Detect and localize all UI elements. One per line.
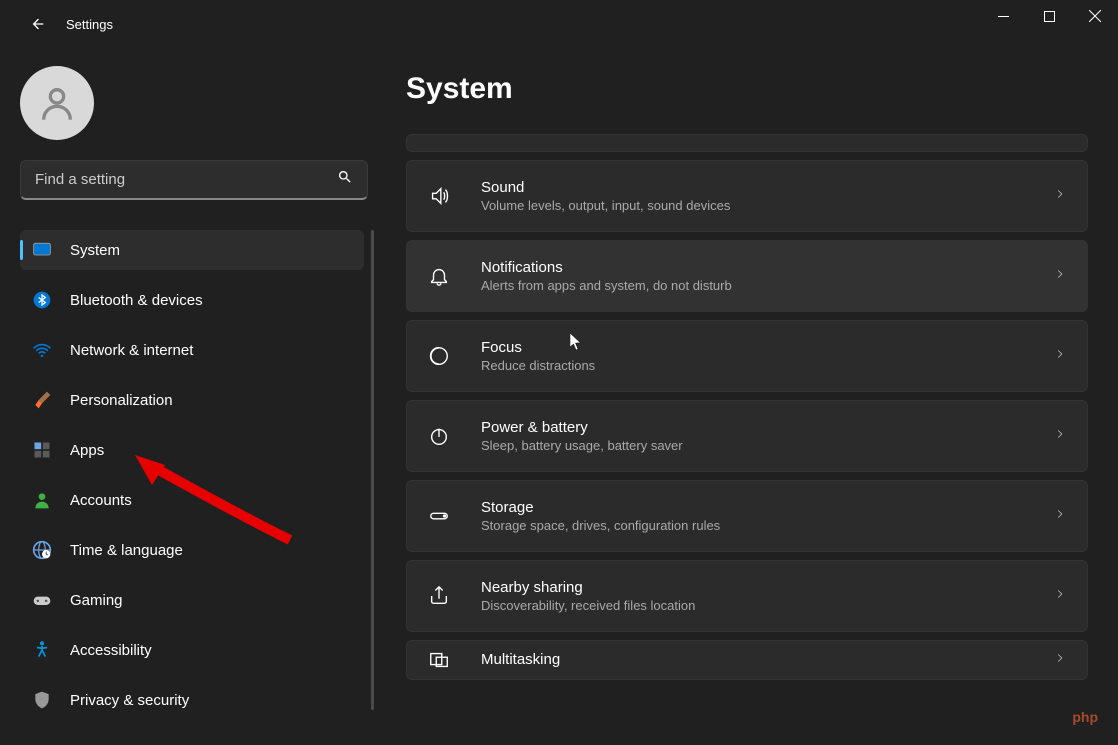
card-title: Multitasking — [481, 651, 1053, 668]
card-power[interactable]: Power & battery Sleep, battery usage, bat… — [406, 400, 1088, 472]
card-desc: Alerts from apps and system, do not dist… — [481, 278, 1053, 293]
power-icon — [427, 424, 451, 448]
shield-icon — [32, 690, 52, 710]
sidebar-scrollbar[interactable] — [371, 230, 374, 710]
sidebar-item-accounts[interactable]: Accounts — [20, 480, 364, 520]
chevron-right-icon — [1053, 507, 1067, 526]
sidebar-item-system[interactable]: System — [20, 230, 364, 270]
card-partial[interactable] — [406, 134, 1088, 152]
sidebar-item-label: Gaming — [70, 592, 123, 609]
page-title: System — [406, 72, 1088, 106]
card-title: Storage — [481, 499, 1053, 516]
settings-cards: Sound Volume levels, output, input, sound… — [406, 134, 1088, 680]
window-controls — [980, 0, 1118, 32]
sidebar-item-label: Personalization — [70, 392, 173, 409]
sidebar-item-label: Apps — [70, 442, 104, 459]
avatar — [20, 66, 94, 140]
apps-icon — [32, 440, 52, 460]
gamepad-icon — [32, 590, 52, 610]
sidebar-item-personalization[interactable]: Personalization — [20, 380, 364, 420]
card-storage[interactable]: Storage Storage space, drives, configurat… — [406, 480, 1088, 552]
user-icon — [37, 83, 77, 123]
sidebar-item-label: Accounts — [70, 492, 132, 509]
back-icon — [30, 16, 46, 32]
sidebar-item-label: Bluetooth & devices — [70, 292, 203, 309]
chevron-right-icon — [1053, 651, 1067, 670]
card-title: Power & battery — [481, 419, 1053, 436]
chevron-right-icon — [1053, 587, 1067, 606]
maximize-button[interactable] — [1026, 0, 1072, 32]
search-box[interactable] — [20, 160, 368, 200]
sidebar-item-label: Privacy & security — [70, 692, 189, 709]
chevron-right-icon — [1053, 347, 1067, 366]
sidebar: System Bluetooth & devices Network & int… — [0, 48, 382, 745]
sidebar-item-label: Accessibility — [70, 642, 152, 659]
focus-icon — [427, 344, 451, 368]
card-title: Notifications — [481, 259, 1053, 276]
brush-icon — [32, 390, 52, 410]
sidebar-item-bluetooth[interactable]: Bluetooth & devices — [20, 280, 364, 320]
sound-icon — [427, 184, 451, 208]
globe-icon — [32, 540, 52, 560]
sidebar-item-privacy[interactable]: Privacy & security — [20, 680, 364, 720]
card-title: Nearby sharing — [481, 579, 1053, 596]
card-title: Sound — [481, 179, 1053, 196]
sidebar-item-network[interactable]: Network & internet — [20, 330, 364, 370]
card-nearby-sharing[interactable]: Nearby sharing Discoverability, received … — [406, 560, 1088, 632]
card-multitasking[interactable]: Multitasking — [406, 640, 1088, 680]
monitor-icon — [32, 240, 52, 260]
sidebar-item-label: Network & internet — [70, 342, 193, 359]
search-input[interactable] — [35, 171, 337, 188]
bluetooth-icon — [32, 290, 52, 310]
card-sound[interactable]: Sound Volume levels, output, input, sound… — [406, 160, 1088, 232]
sidebar-item-accessibility[interactable]: Accessibility — [20, 630, 364, 670]
sidebar-item-time[interactable]: Time & language — [20, 530, 364, 570]
multitask-icon — [427, 648, 451, 672]
sidebar-item-label: Time & language — [70, 542, 183, 559]
close-button[interactable] — [1072, 0, 1118, 32]
person-icon — [32, 490, 52, 510]
main-content: System Sound Volume levels, output, input… — [382, 48, 1118, 745]
card-desc: Reduce distractions — [481, 358, 1053, 373]
card-desc: Volume levels, output, input, sound devi… — [481, 198, 1053, 213]
app-title: Settings — [66, 17, 113, 32]
back-button[interactable] — [18, 4, 58, 44]
profile[interactable] — [20, 66, 382, 140]
chevron-right-icon — [1053, 187, 1067, 206]
card-focus[interactable]: Focus Reduce distractions — [406, 320, 1088, 392]
card-desc: Storage space, drives, configuration rul… — [481, 518, 1053, 533]
bell-icon — [427, 264, 451, 288]
share-icon — [427, 584, 451, 608]
chevron-right-icon — [1053, 267, 1067, 286]
storage-icon — [427, 504, 451, 528]
sidebar-item-gaming[interactable]: Gaming — [20, 580, 364, 620]
watermark: php — [1072, 709, 1098, 725]
nav-list: System Bluetooth & devices Network & int… — [20, 230, 382, 745]
card-desc: Sleep, battery usage, battery saver — [481, 438, 1053, 453]
card-notifications[interactable]: Notifications Alerts from apps and system… — [406, 240, 1088, 312]
sidebar-item-label: System — [70, 242, 120, 259]
titlebar: Settings — [0, 0, 1118, 48]
card-desc: Discoverability, received files location — [481, 598, 1053, 613]
minimize-button[interactable] — [980, 0, 1026, 32]
card-title: Focus — [481, 339, 1053, 356]
search-icon — [337, 169, 353, 190]
accessibility-icon — [32, 640, 52, 660]
wifi-icon — [32, 340, 52, 360]
sidebar-item-apps[interactable]: Apps — [20, 430, 364, 470]
chevron-right-icon — [1053, 427, 1067, 446]
